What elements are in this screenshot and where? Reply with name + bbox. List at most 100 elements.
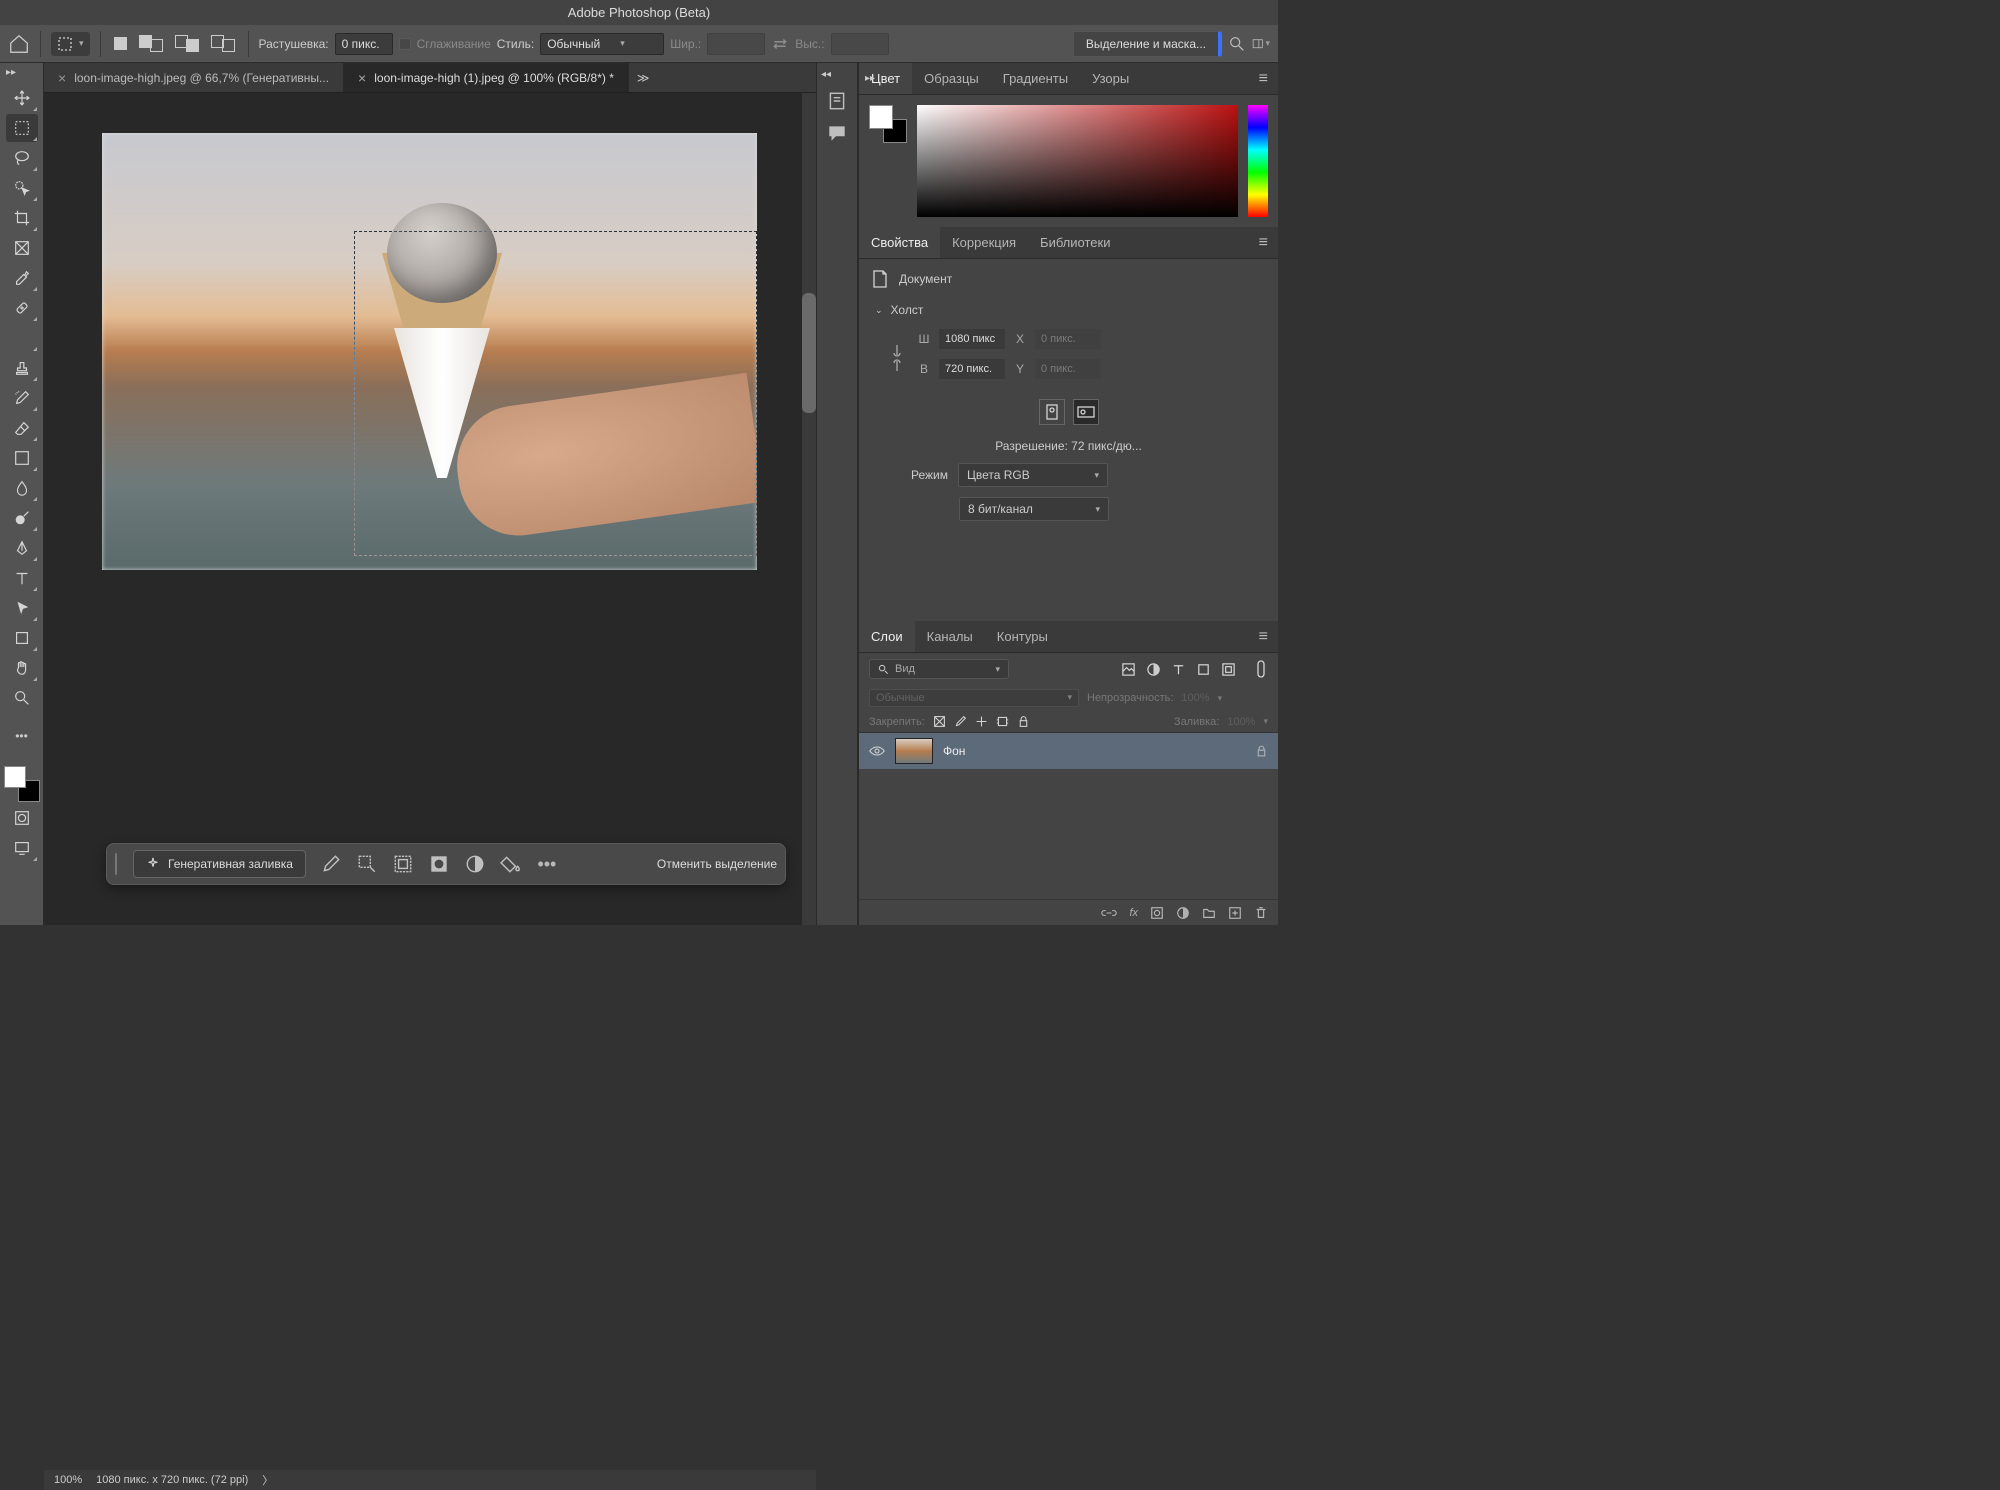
heal-tool[interactable] <box>6 294 38 322</box>
document-tab[interactable]: × loon-image-high (1).jpeg @ 100% (RGB/8… <box>344 63 629 92</box>
deselect-button[interactable]: Отменить выделение <box>657 857 777 871</box>
group-icon[interactable] <box>1202 906 1216 920</box>
blur-tool[interactable] <box>6 474 38 502</box>
filter-adjust-icon[interactable] <box>1146 662 1161 677</box>
frame-tool[interactable] <box>6 234 38 262</box>
lasso-tool[interactable] <box>6 144 38 172</box>
history-brush-tool[interactable] <box>6 384 38 412</box>
pen-tool[interactable] <box>6 534 38 562</box>
lock-transparency-icon[interactable] <box>933 715 946 728</box>
brush-tool[interactable] <box>6 324 38 352</box>
color-mode-select[interactable]: Цвета RGB▾ <box>958 463 1108 487</box>
stamp-tool[interactable] <box>6 354 38 382</box>
dodge-tool[interactable] <box>6 504 38 532</box>
canvas[interactable] <box>102 133 757 570</box>
quick-select-tool[interactable] <box>6 174 38 202</box>
adjustment-layer-icon[interactable] <box>1176 906 1190 920</box>
new-layer-icon[interactable] <box>1228 906 1242 920</box>
collapse-icon[interactable]: ▸▸ <box>859 73 881 84</box>
lock-paint-icon[interactable] <box>954 715 967 728</box>
document-tab[interactable]: × loon-image-high.jpeg @ 66,7% (Генерати… <box>44 63 344 92</box>
modify-selection-icon[interactable] <box>356 853 378 875</box>
lock-icon[interactable] <box>1255 744 1268 758</box>
panel-menu-icon[interactable]: ≡ <box>1249 628 1278 646</box>
filter-smart-icon[interactable] <box>1221 662 1236 677</box>
fx-icon[interactable]: fx <box>1129 907 1138 919</box>
tab-adjustments[interactable]: Коррекция <box>940 227 1028 258</box>
selection-subtract[interactable] <box>172 32 202 55</box>
height-field[interactable] <box>939 359 1005 379</box>
lock-artboard-icon[interactable] <box>996 715 1009 728</box>
tool-preset[interactable]: ▾ <box>51 32 90 56</box>
screen-mode[interactable] <box>6 834 38 862</box>
edit-toolbar[interactable]: ••• <box>6 722 38 750</box>
tab-patterns[interactable]: Узоры <box>1080 63 1141 94</box>
visibility-icon[interactable] <box>869 745 885 757</box>
close-icon[interactable]: × <box>58 70 66 86</box>
vertical-scrollbar[interactable] <box>802 93 816 925</box>
lock-all-icon[interactable] <box>1017 715 1030 728</box>
color-swatches[interactable] <box>4 766 40 802</box>
foreground-color[interactable] <box>4 766 26 788</box>
select-and-mask-button[interactable]: Выделение и маска... <box>1073 31 1222 57</box>
orientation-landscape[interactable] <box>1073 399 1099 425</box>
panel-icon[interactable] <box>826 90 848 112</box>
selection-intersect[interactable] <box>208 32 238 55</box>
foreground-swatch[interactable] <box>869 105 893 129</box>
filter-type-icon[interactable] <box>1171 662 1186 677</box>
chevron-down-icon[interactable]: ⌄ <box>875 305 883 316</box>
panel-menu-icon[interactable]: ≡ <box>1249 234 1278 252</box>
zoom-tool[interactable] <box>6 684 38 712</box>
link-layers-icon[interactable] <box>1101 907 1117 919</box>
hue-slider[interactable] <box>1248 105 1268 217</box>
hand-tool[interactable] <box>6 654 38 682</box>
generative-fill-button[interactable]: Генеративная заливка <box>133 850 306 878</box>
tab-libraries[interactable]: Библиотеки <box>1028 227 1122 258</box>
quick-mask[interactable] <box>6 804 38 832</box>
layer-row[interactable]: Фон <box>859 733 1278 769</box>
marquee-tool[interactable] <box>6 114 38 142</box>
shape-tool[interactable] <box>6 624 38 652</box>
status-arrow[interactable]: 〉 <box>262 1472 273 1488</box>
comments-icon[interactable] <box>826 122 848 144</box>
tab-swatches[interactable]: Образцы <box>912 63 991 94</box>
move-tool[interactable] <box>6 84 38 112</box>
eyedropper-tool[interactable] <box>6 264 38 292</box>
mask-icon[interactable] <box>428 853 450 875</box>
selection-marquee[interactable] <box>354 231 757 556</box>
type-tool[interactable] <box>6 564 38 592</box>
close-icon[interactable]: × <box>358 70 366 86</box>
eraser-tool[interactable] <box>6 414 38 442</box>
bit-depth-select[interactable]: 8 бит/канал▾ <box>959 497 1109 521</box>
invert-selection-icon[interactable] <box>392 853 414 875</box>
brush-icon[interactable] <box>320 853 342 875</box>
fg-bg-swatches[interactable] <box>869 105 907 143</box>
search-button[interactable] <box>1228 35 1246 53</box>
drag-handle[interactable] <box>115 853 117 875</box>
layer-thumbnail[interactable] <box>895 738 933 764</box>
gradient-tool[interactable] <box>6 444 38 472</box>
contextual-taskbar[interactable]: Генеративная заливка ••• Отменить выделе… <box>106 843 786 885</box>
expand-dock-icon[interactable]: ◂◂ <box>821 69 831 80</box>
home-button[interactable] <box>8 34 30 54</box>
tab-gradients[interactable]: Градиенты <box>991 63 1080 94</box>
filter-pixel-icon[interactable] <box>1121 662 1136 677</box>
mask-icon[interactable] <box>1150 906 1164 920</box>
crop-tool[interactable] <box>6 204 38 232</box>
style-select[interactable]: Обычный▾ <box>540 33 664 55</box>
workspace-button[interactable]: ▾ <box>1252 35 1270 53</box>
feather-input[interactable] <box>335 33 393 55</box>
tabs-overflow[interactable]: ≫ <box>629 63 658 92</box>
more-icon[interactable]: ••• <box>536 853 558 875</box>
delete-layer-icon[interactable] <box>1254 906 1268 920</box>
selection-add[interactable] <box>136 32 166 55</box>
layer-filter[interactable]: Вид ▾ <box>869 659 1009 679</box>
link-icon[interactable] <box>891 343 903 376</box>
color-picker-field[interactable] <box>917 105 1238 217</box>
orientation-portrait[interactable] <box>1039 399 1065 425</box>
tab-paths[interactable]: Контуры <box>985 621 1060 652</box>
path-select-tool[interactable] <box>6 594 38 622</box>
zoom-level[interactable]: 100% <box>54 1474 82 1486</box>
layer-name[interactable]: Фон <box>943 744 965 758</box>
filter-shape-icon[interactable] <box>1196 662 1211 677</box>
